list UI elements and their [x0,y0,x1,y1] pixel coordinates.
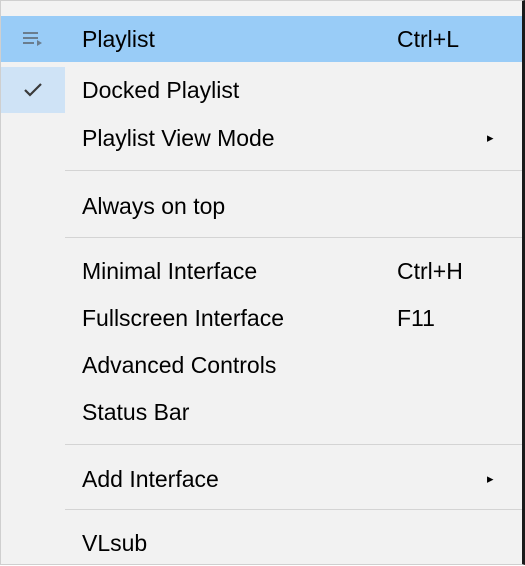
menu-separator [65,237,522,238]
submenu-arrow-icon: ▸ [487,130,494,145]
menu-item-label: Playlist View Mode [82,125,275,151]
menu-item-docked-playlist[interactable]: Docked Playlist [1,67,522,113]
menu-separator [65,170,522,171]
menu-item-label: VLsub [82,530,148,556]
menu-item-label: Fullscreen Interface [82,305,284,331]
menu-item-add-interface[interactable]: Add Interface ▸ [1,456,522,502]
menu-item-label: Playlist [82,26,155,52]
menu-item-playlist[interactable]: Playlist Ctrl+L [1,16,522,62]
menu-item-status-bar[interactable]: Status Bar [1,389,522,435]
menu-item-label: Add Interface [82,466,219,492]
menu-item-playlist-view-mode[interactable]: Playlist View Mode ▸ [1,115,522,161]
menu-item-fullscreen-interface[interactable]: Fullscreen Interface F11 [1,295,522,341]
menu-item-label: Status Bar [82,399,190,425]
shortcut-label: Ctrl+H [397,258,463,284]
menu-item-label: Always on top [82,193,226,219]
menu-item-vlsub[interactable]: VLsub [1,520,522,566]
menu-item-minimal-interface[interactable]: Minimal Interface Ctrl+H [1,248,522,294]
shortcut-label: F11 [397,305,435,331]
menu-item-label: Advanced Controls [82,352,277,378]
menu-separator [65,509,522,510]
menu-item-label: Docked Playlist [82,77,240,103]
menu-item-label: Minimal Interface [82,258,258,284]
menu-item-advanced-controls[interactable]: Advanced Controls [1,342,522,388]
playlist-icon [13,16,53,62]
shortcut-label: Ctrl+L [397,26,459,52]
menu-item-always-on-top[interactable]: Always on top [1,183,522,229]
submenu-arrow-icon: ▸ [487,471,494,486]
view-menu: Playlist Ctrl+L Docked Playlist Playlist… [0,0,525,565]
menu-separator [65,444,522,445]
check-icon [1,67,65,113]
